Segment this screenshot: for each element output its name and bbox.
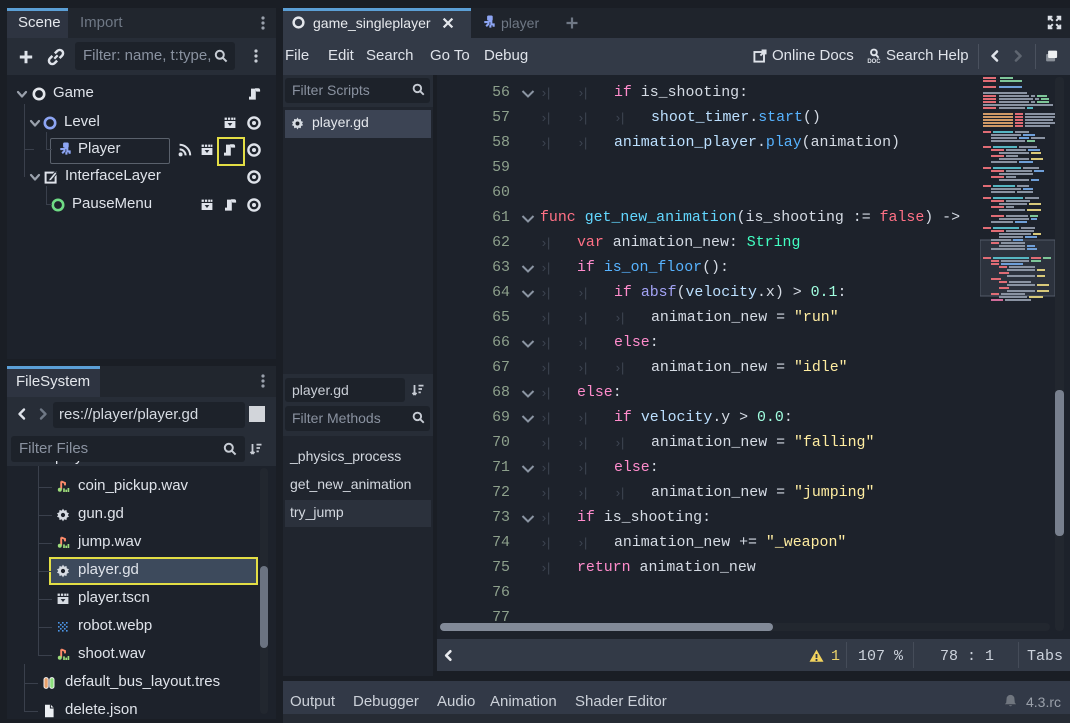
svg-text:DOC: DOC (867, 59, 881, 65)
